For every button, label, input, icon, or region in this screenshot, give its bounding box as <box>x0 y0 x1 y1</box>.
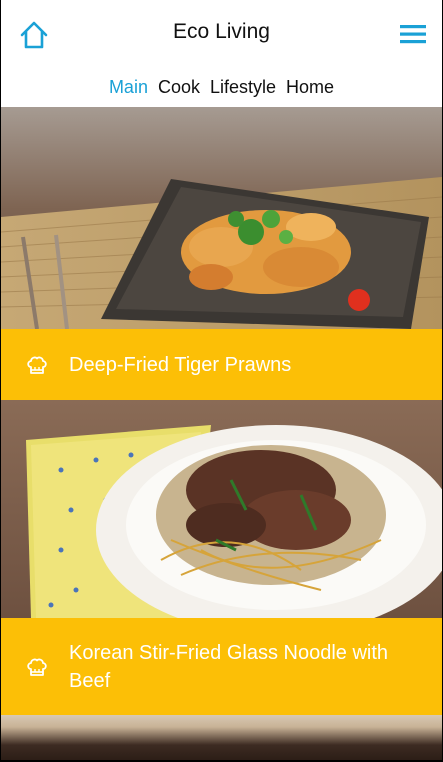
hamburger-menu-icon <box>400 25 426 44</box>
category-tabs: Main Cook Lifestyle Home <box>1 67 442 107</box>
chef-hat-icon <box>27 658 47 676</box>
recipe-card[interactable]: Korean Stir-Fried Glass Noodle with Beef <box>1 400 442 716</box>
recipe-title: Deep-Fried Tiger Prawns <box>69 353 292 376</box>
app-screen: Eco Living Main Cook Lifestyle Home Deep… <box>0 0 443 762</box>
chef-hat-icon <box>27 356 47 374</box>
prawns-photo <box>1 107 442 329</box>
recipe-title: Korean Stir-Fried Glass Noodle with Beef <box>69 642 389 692</box>
noodles-photo <box>1 400 442 618</box>
recipe-caption[interactable]: Deep-Fried Tiger Prawns <box>1 329 442 400</box>
tab-lifestyle[interactable]: Lifestyle <box>210 77 276 98</box>
tab-cook[interactable]: Cook <box>158 77 200 98</box>
recipe-caption[interactable]: Korean Stir-Fried Glass Noodle with Beef <box>1 618 442 716</box>
next-recipe-image-peek[interactable] <box>1 715 442 760</box>
tab-home[interactable]: Home <box>286 77 334 98</box>
recipe-image-prawns[interactable] <box>1 107 442 329</box>
app-title: Eco Living <box>173 20 270 43</box>
menu-button[interactable] <box>398 22 428 46</box>
recipe-card[interactable]: Deep-Fried Tiger Prawns <box>1 107 442 400</box>
recipe-image-noodles[interactable] <box>1 400 442 618</box>
tab-main[interactable]: Main <box>109 77 148 98</box>
app-header: Eco Living <box>1 0 442 67</box>
